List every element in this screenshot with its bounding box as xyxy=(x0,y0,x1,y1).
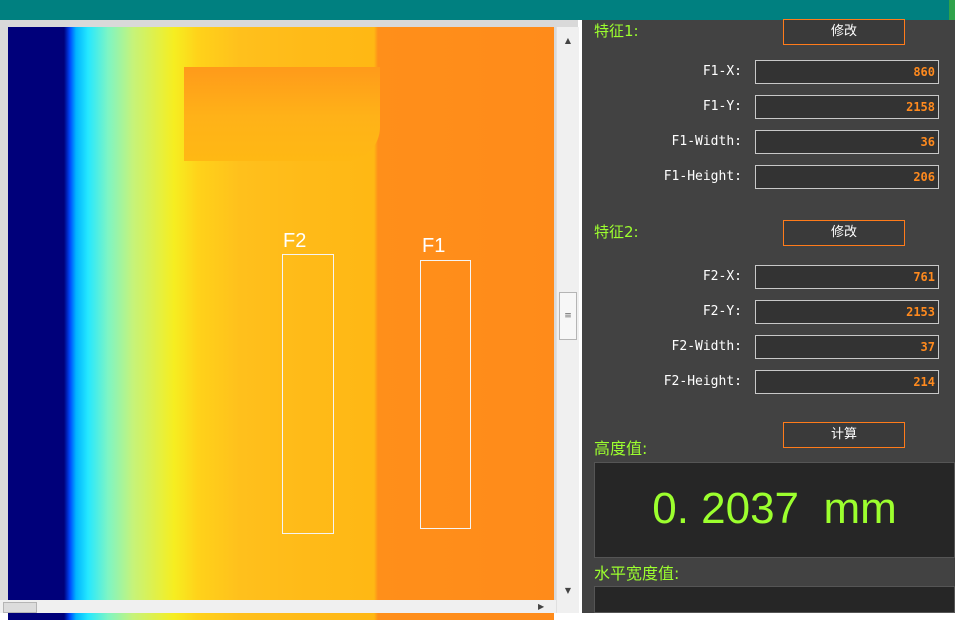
vertical-scrollbar[interactable]: ▲ ≡ ▼ xyxy=(556,27,579,613)
scroll-up-icon[interactable]: ▲ xyxy=(557,33,579,49)
horizontal-scroll-thumb[interactable] xyxy=(3,602,37,613)
feature2-modify-button[interactable]: 修改 xyxy=(783,220,905,246)
f2-height-label: F2-Height: xyxy=(663,374,742,389)
f1-height-field[interactable]: 206 xyxy=(755,165,939,189)
height-value-display: 0. 2037 mm xyxy=(594,462,955,558)
f2-x-field[interactable]: 761 xyxy=(755,265,939,289)
roi-label-f2: F2 xyxy=(283,230,307,252)
height-map-image[interactable]: F2 F1 xyxy=(8,27,554,620)
f1-x-field[interactable]: 860 xyxy=(755,60,939,84)
scroll-right-icon[interactable]: ▶ xyxy=(538,600,544,613)
vertical-scroll-thumb[interactable]: ≡ xyxy=(559,292,577,340)
roi-label-f1: F1 xyxy=(422,235,446,257)
feature2-title: 特征2: xyxy=(594,223,639,241)
height-map-step-region xyxy=(184,67,380,161)
scroll-down-icon[interactable]: ▼ xyxy=(557,583,579,599)
f1-y-label: F1-Y: xyxy=(702,99,742,114)
horizontal-scrollbar[interactable]: ▶ xyxy=(0,600,556,613)
feature1-modify-button[interactable]: 修改 xyxy=(783,19,905,45)
f1-x-label: F1-X: xyxy=(702,64,742,79)
measurement-panel: 特征1: 修改 F1-X: 860 F1-Y: 2158 F1-Width: 3… xyxy=(582,19,955,613)
f1-width-field[interactable]: 36 xyxy=(755,130,939,154)
f2-width-label: F2-Width: xyxy=(671,339,742,354)
f2-x-label: F2-X: xyxy=(702,269,742,284)
f1-height-label: F1-Height: xyxy=(663,169,742,184)
f2-width-field[interactable]: 37 xyxy=(755,335,939,359)
image-viewer[interactable]: F2 F1 ▲ ≡ ▼ ▶ xyxy=(0,20,579,620)
roi-box-f1[interactable] xyxy=(420,260,471,529)
calculate-button[interactable]: 计算 xyxy=(783,422,905,448)
horizontal-width-title: 水平宽度值: xyxy=(594,564,680,583)
title-bar xyxy=(0,0,955,20)
f2-y-field[interactable]: 2153 xyxy=(755,300,939,324)
f1-y-field[interactable]: 2158 xyxy=(755,95,939,119)
horizontal-width-display xyxy=(594,586,955,613)
height-value-title: 高度值: xyxy=(594,439,648,458)
roi-box-f2[interactable] xyxy=(282,254,334,534)
f1-width-label: F1-Width: xyxy=(671,134,742,149)
title-bar-accent xyxy=(949,0,955,20)
feature1-title: 特征1: xyxy=(594,22,639,40)
f2-height-field[interactable]: 214 xyxy=(755,370,939,394)
height-value-readout: 0. 2037 mm xyxy=(652,484,897,533)
f2-y-label: F2-Y: xyxy=(702,304,742,319)
